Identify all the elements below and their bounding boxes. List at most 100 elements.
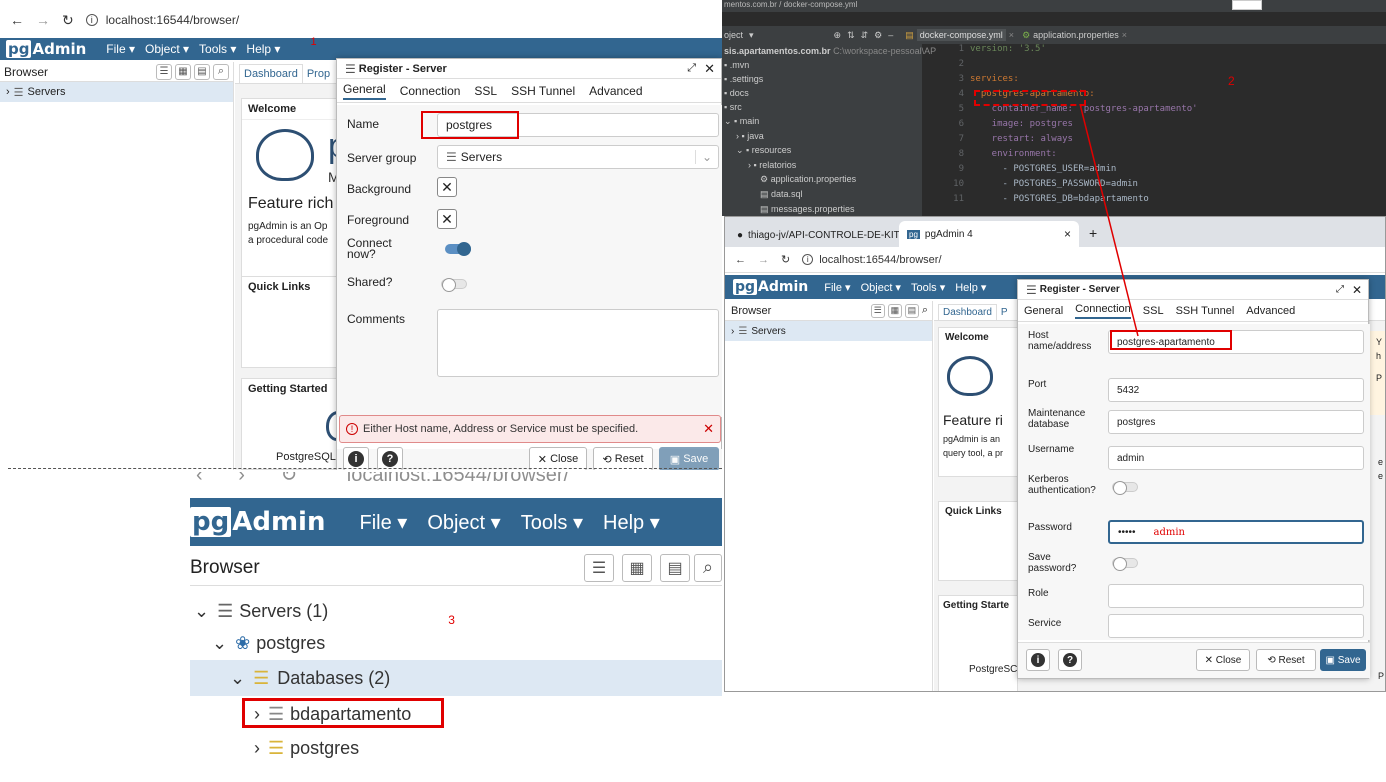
save-button[interactable]: ▣ Save (659, 447, 719, 470)
chrome-tab-github[interactable]: ● thiago-jv/API-CONTROLE-DE-KIT × (725, 223, 899, 247)
back-icon[interactable]: ← (735, 254, 746, 266)
tab-close-icon-2[interactable]: × (1064, 227, 1071, 241)
close-button[interactable]: ✕ Close (1196, 649, 1250, 671)
tab-advanced[interactable]: Advanced (1246, 305, 1295, 317)
ide-tool-icons[interactable]: ⊕⇅⇵⚙– (834, 30, 900, 41)
comments-textarea[interactable] (437, 309, 719, 377)
menu-tools[interactable]: Tools ▾ (911, 281, 945, 294)
chevron-down-icon[interactable]: ⌄ (230, 668, 245, 689)
tree-settings[interactable]: ▪ .settings (722, 72, 922, 86)
kerberos-toggle[interactable] (1112, 481, 1138, 495)
save-button[interactable]: ▣ Save (1320, 649, 1366, 671)
query-icon[interactable]: ▤ (194, 63, 210, 80)
reload-icon[interactable]: ↻ (781, 253, 790, 266)
chevron-down-icon[interactable]: ▾ (749, 30, 754, 41)
menu-help[interactable]: Help ▾ (603, 510, 660, 535)
project-root[interactable]: sis.apartamentos.com.br C:\workspace-pes… (722, 44, 936, 58)
back-icon[interactable]: ‹ (196, 472, 203, 486)
save-password-toggle[interactable] (1112, 557, 1138, 571)
new-tab-icon[interactable]: + (1089, 225, 1097, 241)
server-group-select[interactable]: ☰ Servers ⌄ (437, 145, 719, 169)
address-url[interactable]: localhost:16544/browser/ (819, 254, 941, 266)
tab-ssh-tunnel[interactable]: SSH Tunnel (511, 84, 575, 98)
menu-object[interactable]: Object ▾ (427, 510, 500, 535)
table-icon[interactable]: ▦ (887, 303, 902, 318)
forward-icon[interactable]: → (758, 254, 769, 266)
tab-dashboard[interactable]: Dashboard (938, 304, 997, 320)
ide-window-button[interactable] (1232, 0, 1262, 10)
database-icon[interactable]: ☰ (156, 63, 172, 80)
tree-item-servers[interactable]: ⌄ ☰ Servers (1) 3 (190, 596, 722, 628)
tab-properties[interactable]: Prop (303, 65, 334, 83)
port-input[interactable]: 5432 (1108, 378, 1364, 402)
search-icon[interactable]: ⌕ (213, 63, 229, 80)
back-icon[interactable]: ← (10, 12, 24, 28)
expand-icon[interactable]: ⤢ (687, 62, 696, 75)
address-url[interactable]: localhost:16544/browser/ (347, 472, 569, 486)
code-editor[interactable]: version: '3.5' services: postgres-apartam… (970, 44, 1386, 216)
menu-file[interactable]: File ▾ (824, 281, 850, 294)
tree-item-databases[interactable]: ⌄ ☰ Databases (2) (190, 660, 722, 696)
tree-relatorios[interactable]: › ▪ relatorios (722, 158, 922, 172)
menu-tools[interactable]: Tools ▾ (521, 510, 583, 535)
help-button[interactable]: ? (377, 447, 403, 470)
expand-icon[interactable]: ⤢ (1336, 284, 1344, 295)
tab-dashboard[interactable]: Dashboard (239, 64, 303, 83)
tree-src[interactable]: ▪ src (722, 100, 922, 114)
postgresql-link[interactable]: PostgreSQL (276, 451, 336, 463)
close-button[interactable]: ✕ Close (529, 447, 587, 470)
tree-item-postgres-server[interactable]: ⌄ ❀ postgres (190, 628, 722, 658)
chevron-right-icon[interactable]: › (6, 86, 10, 98)
database-icon[interactable]: ☰ (584, 553, 614, 582)
menu-object[interactable]: Object ▾ (861, 281, 901, 294)
menu-help[interactable]: Help ▾ (955, 281, 986, 294)
tab-connection[interactable]: Connection (1075, 303, 1131, 319)
info-button[interactable]: i (343, 447, 369, 470)
tab-general[interactable]: General (1024, 305, 1063, 317)
address-url[interactable]: localhost:16544/browser/ (106, 13, 239, 27)
help-button[interactable]: ? (1058, 649, 1082, 671)
forward-icon[interactable]: › (238, 472, 245, 486)
maintenance-db-input[interactable]: postgres (1108, 410, 1364, 434)
database-icon[interactable]: ☰ (870, 303, 885, 318)
tab-ssl[interactable]: SSL (474, 84, 497, 98)
username-input[interactable]: admin (1108, 446, 1364, 470)
role-input[interactable] (1108, 584, 1364, 608)
tab-ssh-tunnel[interactable]: SSH Tunnel (1176, 305, 1235, 317)
forward-icon[interactable]: → (36, 12, 50, 28)
error-close-icon[interactable]: ✕ (703, 421, 714, 437)
editor-tab-docker-compose[interactable]: docker-compose.yml (916, 29, 1006, 41)
tree-item-servers[interactable]: › ☰ Servers (0, 82, 233, 102)
menu-file[interactable]: File ▾ (359, 510, 407, 535)
tab-close-icon-2[interactable]: × (1122, 30, 1127, 40)
menu-object[interactable]: Object ▾ (145, 42, 189, 56)
tab-properties[interactable]: P (997, 305, 1012, 320)
tree-messages-properties[interactable]: ▤ messages.properties (722, 202, 922, 216)
tab-ssl[interactable]: SSL (1143, 305, 1164, 317)
table-icon[interactable]: ▦ (175, 63, 191, 80)
menu-help[interactable]: Help ▾ (246, 42, 280, 56)
reset-button[interactable]: ⟲ Reset (1256, 649, 1316, 671)
chevron-down-icon[interactable]: ⌄ (694, 150, 712, 164)
table-icon[interactable]: ▦ (622, 553, 652, 582)
chevron-down-icon[interactable]: ⌄ (194, 601, 209, 622)
tab-general[interactable]: General (343, 82, 386, 100)
tree-resources[interactable]: ⌄ ▪ resources (722, 143, 922, 158)
reset-button[interactable]: ⟲ Reset (593, 447, 653, 470)
connect-now-toggle[interactable] (445, 242, 471, 256)
query-icon[interactable]: ▤ (904, 303, 919, 318)
tree-docs[interactable]: ▪ docs (722, 86, 922, 100)
search-icon[interactable]: ⌕ (922, 304, 928, 317)
menu-tools[interactable]: Tools ▾ (199, 42, 236, 56)
search-icon[interactable]: ⌕ (694, 553, 722, 582)
chevron-right-icon[interactable]: › (254, 738, 260, 759)
chevron-down-icon[interactable]: ⌄ (212, 633, 227, 654)
foreground-color-picker[interactable]: ✕ (437, 209, 457, 229)
query-icon[interactable]: ▤ (660, 553, 690, 582)
menu-file[interactable]: File ▾ (106, 42, 135, 56)
tree-main[interactable]: ⌄ ▪ main (722, 114, 922, 129)
chevron-right-icon[interactable]: › (731, 326, 734, 337)
info-button[interactable]: i (1026, 649, 1050, 671)
reload-icon[interactable]: ↻ (62, 12, 74, 29)
password-input[interactable]: ••••• admin (1108, 520, 1364, 544)
